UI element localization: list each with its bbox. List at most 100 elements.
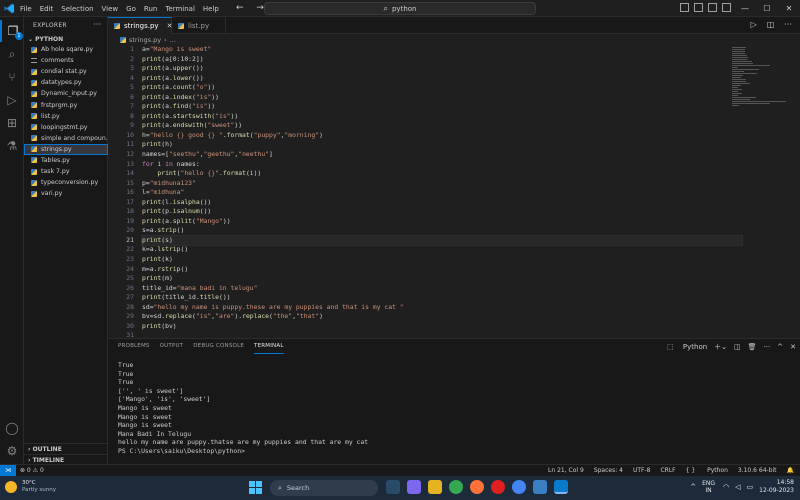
code-line[interactable]: print(a.index("is"))	[142, 93, 742, 103]
menu-run[interactable]: Run	[144, 5, 157, 13]
menu-view[interactable]: View	[102, 5, 119, 13]
terminal-profile[interactable]: ⬚ Python	[660, 343, 707, 351]
menu-go[interactable]: Go	[126, 5, 136, 13]
app-icon[interactable]	[533, 480, 547, 494]
code-line[interactable]: s=a.strip()	[142, 226, 742, 236]
outline-section[interactable]: › OUTLINE	[24, 443, 108, 454]
code-line[interactable]: l="midhuna"	[142, 188, 742, 198]
code-editor[interactable]: 1 2 3 4 5 6 7 8 9 10 11 12 13 14 15 16 17 18 19 20 21 22 23 24 2…	[108, 45, 800, 338]
tab-strings-py[interactable]: strings.py ✕	[108, 17, 172, 34]
kill-terminal-icon[interactable]: 🗑	[748, 343, 757, 351]
panel-more-icon[interactable]: ···	[764, 343, 771, 351]
firefox-icon[interactable]	[470, 480, 484, 494]
command-center-search[interactable]: ⌕ python	[264, 2, 536, 15]
chrome-profile-icon[interactable]	[512, 480, 526, 494]
code-line[interactable]: m=a.rstrip()	[142, 265, 742, 275]
encoding[interactable]: UTF-8	[633, 465, 651, 476]
menu-edit[interactable]: Edit	[40, 5, 54, 13]
language-mode[interactable]: { } Python	[686, 465, 728, 476]
toggle-sidebar-icon[interactable]	[680, 3, 689, 12]
clock[interactable]: 14:58 12-09-2023	[759, 479, 794, 495]
file-item[interactable]: datatypes.py	[24, 77, 108, 88]
code-line[interactable]: print(l.isalpha())	[142, 198, 742, 208]
file-item[interactable]: comments	[24, 55, 108, 66]
account-icon[interactable]: ◯	[0, 417, 24, 439]
python-interpreter[interactable]: 3.10.6 64-bit	[738, 465, 777, 476]
taskbar-search[interactable]: ⌕ Search	[270, 480, 378, 496]
run-python-icon[interactable]: ▷	[751, 20, 757, 29]
code-line[interactable]: print(a.startswith("is"))	[142, 112, 742, 122]
wifi-icon[interactable]: ◠	[723, 483, 729, 491]
code-line[interactable]: print(a.find("is"))	[142, 102, 742, 112]
battery-icon[interactable]: ▭	[747, 483, 754, 491]
file-item[interactable]: simple and compoun...	[24, 133, 108, 144]
back-arrow-icon[interactable]: ←	[236, 3, 244, 13]
code-line[interactable]: bv=sd.replace("is","are").replace("the",…	[142, 312, 742, 322]
code-line[interactable]: h="hello {} good {} ".format("puppy","mo…	[142, 131, 742, 141]
file-item[interactable]: task 7.py	[24, 166, 108, 177]
windows-start-icon[interactable]	[249, 481, 262, 494]
breadcrumb-file[interactable]: strings.py	[129, 36, 161, 44]
code-line[interactable]: print(bv)	[142, 322, 742, 332]
code-line[interactable]: for i in names:	[142, 160, 742, 170]
editor-scrollbar[interactable]	[792, 45, 800, 338]
code-line[interactable]: print(title_id.title())	[142, 293, 742, 303]
maximize-icon[interactable]: ☐	[756, 0, 778, 17]
close-panel-icon[interactable]: ✕	[790, 343, 796, 351]
toggle-secondary-sidebar-icon[interactable]	[708, 3, 717, 12]
menu-selection[interactable]: Selection	[61, 5, 93, 13]
file-item[interactable]: Dynamic_input.py	[24, 88, 108, 99]
indentation[interactable]: Spaces: 4	[594, 465, 623, 476]
code-line[interactable]: print(m)	[142, 274, 742, 284]
code-line[interactable]: print(p.isalnum())	[142, 207, 742, 217]
tab-terminal[interactable]: TERMINAL	[254, 339, 284, 354]
line-ending[interactable]: CRLF	[660, 465, 675, 476]
code-line[interactable]: print(a.lower())	[142, 74, 742, 84]
code-line[interactable]: print(a.split("Mango"))	[142, 217, 742, 227]
opera-icon[interactable]	[491, 480, 505, 494]
file-item[interactable]: condial stat.py	[24, 66, 108, 77]
code-line[interactable]: a="Mango is sweet"	[142, 45, 742, 55]
manage-gear-icon[interactable]: ⚙	[0, 440, 24, 462]
split-editor-icon[interactable]: ◫	[767, 20, 775, 29]
split-terminal-icon[interactable]: ◫	[734, 343, 741, 351]
code-line[interactable]: k=a.lstrip()	[142, 245, 742, 255]
editor-more-icon[interactable]: ···	[784, 20, 792, 29]
breadcrumb-symbols[interactable]: ...	[170, 36, 176, 44]
weather-widget[interactable]: 30°C Partly sunny	[5, 480, 56, 494]
file-item[interactable]: vari.py	[24, 188, 108, 199]
menu-help[interactable]: Help	[203, 5, 219, 13]
file-item[interactable]: loopingstmt.py	[24, 122, 108, 133]
code-line[interactable]: print(s)	[141, 234, 743, 247]
code-line[interactable]: names=["seethu","geethu","neethu"]	[142, 150, 742, 160]
file-item[interactable]: list.py	[24, 111, 108, 122]
minimap[interactable]	[732, 47, 792, 106]
file-item[interactable]: frstprgm.py	[24, 99, 108, 110]
file-explorer-icon[interactable]	[428, 480, 442, 494]
folder-header[interactable]: ⌄ PYTHON	[28, 36, 63, 43]
code-line[interactable]: print(k)	[142, 255, 742, 265]
tab-problems[interactable]: PROBLEMS	[118, 339, 150, 354]
code-line[interactable]: title_id="mana badi in telugu"	[142, 284, 742, 294]
problems-indicator[interactable]: ⊗ 0 ⚠ 0	[20, 465, 44, 476]
tab-output[interactable]: OUTPUT	[160, 339, 184, 354]
code-line[interactable]: print(h)	[142, 140, 742, 150]
chat-app-icon[interactable]	[407, 480, 421, 494]
chrome-icon[interactable]	[449, 480, 463, 494]
run-debug-icon[interactable]: ▷	[0, 89, 24, 111]
vscode-taskbar-icon[interactable]	[554, 480, 568, 494]
notifications-bell-icon[interactable]: 🔔	[787, 465, 794, 476]
code-line[interactable]: print(a.endswith("sweet"))	[142, 121, 742, 131]
task-view-icon[interactable]	[386, 480, 400, 494]
input-language[interactable]: ENG IN	[702, 480, 715, 494]
source-control-icon[interactable]: ⑂	[0, 66, 24, 88]
new-terminal-icon[interactable]: ＋⌄	[714, 342, 727, 352]
code-line[interactable]: print(a[0:10:2])	[142, 55, 742, 65]
code-line[interactable]: print("hello {}".format(i))	[142, 169, 742, 179]
menu-terminal[interactable]: Terminal	[165, 5, 195, 13]
test-flask-icon[interactable]: ⚗	[0, 135, 24, 157]
remote-indicator-icon[interactable]: ⋊	[0, 465, 16, 476]
code-line[interactable]: print(a.count("o"))	[142, 83, 742, 93]
maximize-panel-icon[interactable]: ^	[777, 343, 783, 351]
code-line[interactable]: sd="hello my name is puppy.these are my …	[142, 303, 742, 313]
